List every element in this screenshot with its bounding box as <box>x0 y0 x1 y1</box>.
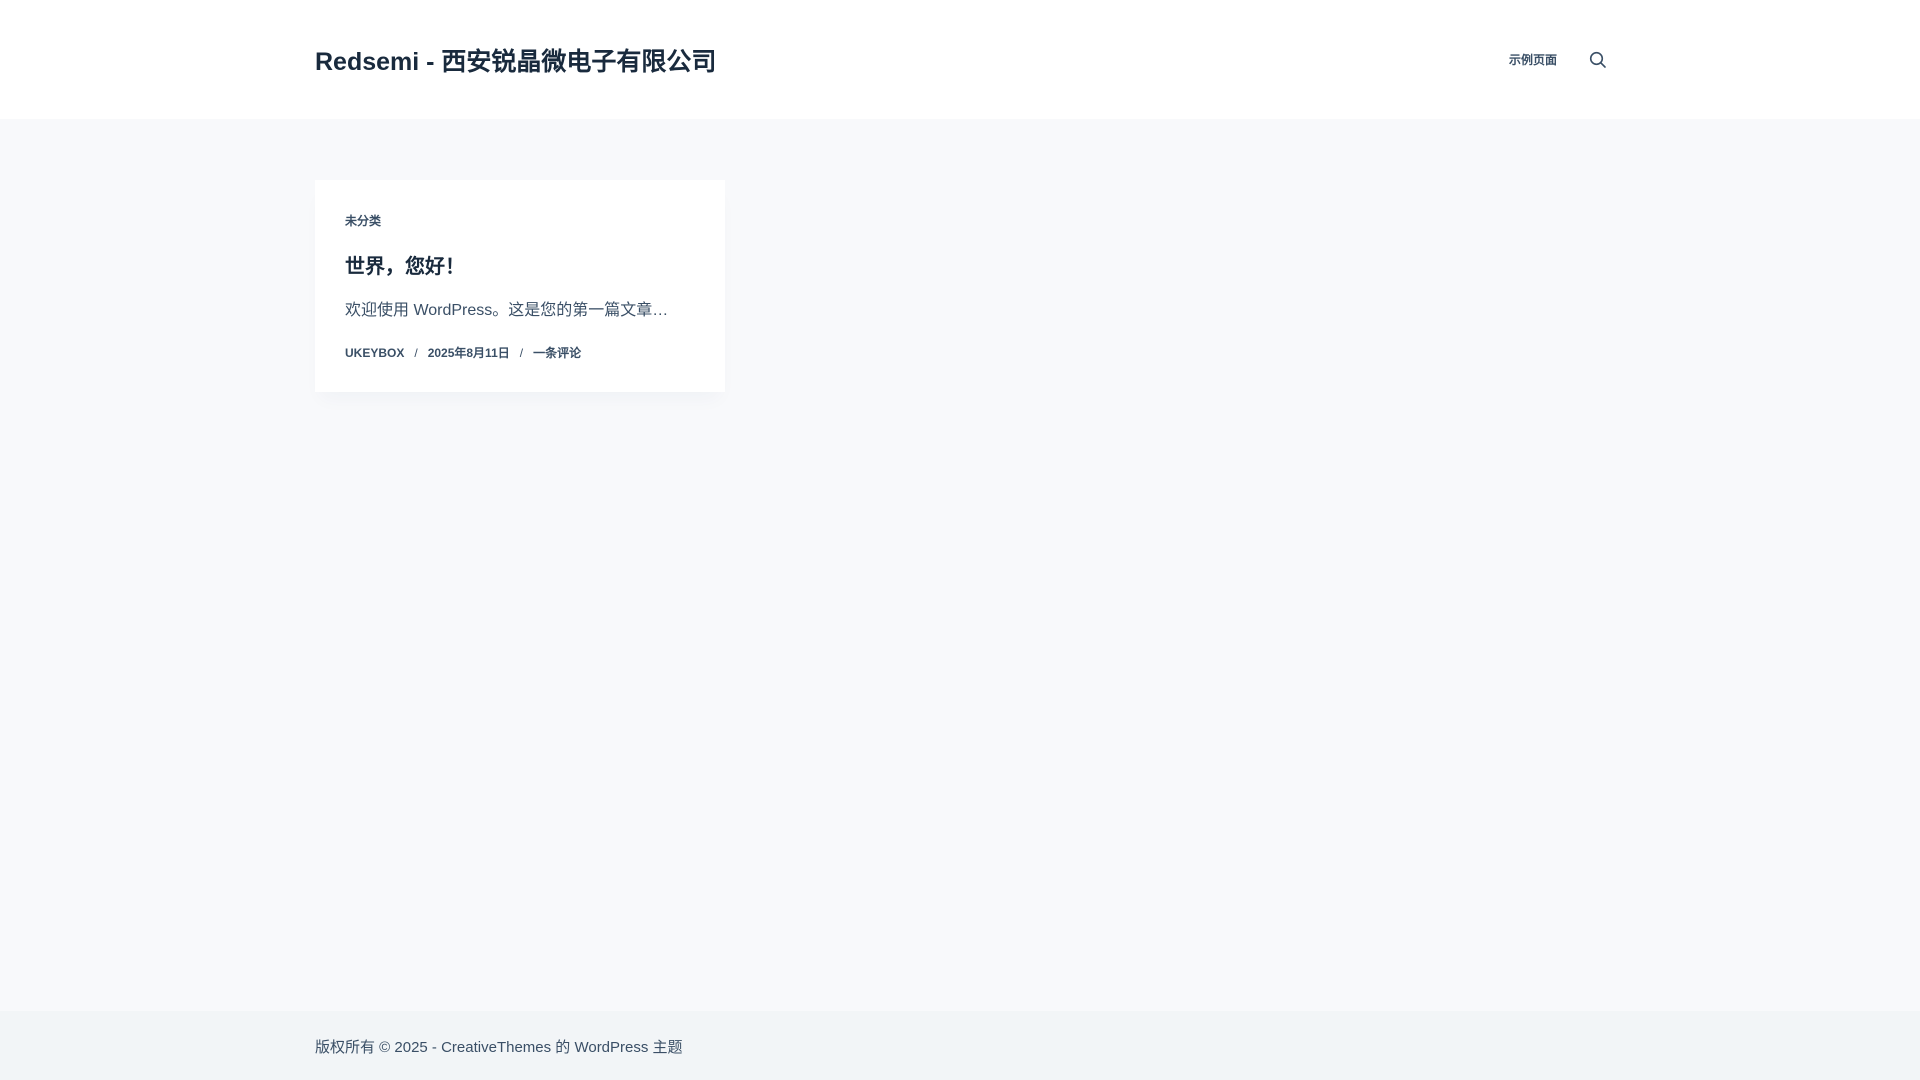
post-category-link[interactable]: 未分类 <box>345 212 381 229</box>
post-comments-link[interactable]: 一条评论 <box>533 344 581 361</box>
site-title-link[interactable]: Redsemi - 西安锐晶微电子有限公司 <box>315 42 716 78</box>
post-excerpt: 欢迎使用 WordPress。这是您的第一篇文章… <box>345 302 669 319</box>
post-date-link[interactable]: 2025年8月11日 <box>428 344 510 361</box>
footer-copyright: 版权所有 © 2025 - CreativeThemes 的 WordPress… <box>315 1039 683 1056</box>
search-button[interactable] <box>1589 51 1607 69</box>
nav-item-sample-page[interactable]: 示例页面 <box>1509 51 1557 68</box>
meta-separator: / <box>414 345 418 360</box>
site-footer: 版权所有 © 2025 - CreativeThemes 的 WordPress… <box>0 1011 1920 1080</box>
post-card: 未分类 世界，您好！ 欢迎使用 WordPress。这是您的第一篇文章… UKE… <box>315 180 725 392</box>
meta-separator: / <box>519 345 524 360</box>
search-icon <box>1589 51 1606 68</box>
site-header: Redsemi - 西安锐晶微电子有限公司 示例页面 <box>0 0 1920 119</box>
post-author-link[interactable]: UKEYBOX <box>345 346 404 360</box>
post-title-link[interactable]: 世界，您好！ <box>345 250 465 279</box>
post-meta: UKEYBOX / 2025年8月11日 / 一条评论 <box>345 344 581 361</box>
